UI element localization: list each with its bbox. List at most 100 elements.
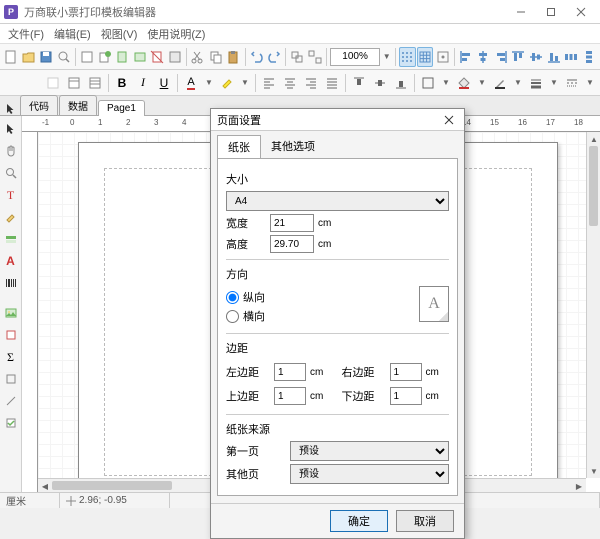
scroll-down-icon[interactable]: ▼ [587, 464, 600, 478]
cancel-button[interactable]: 取消 [396, 510, 454, 532]
highlight-dropdown[interactable]: ▼ [238, 78, 252, 87]
new-dialog-icon[interactable] [132, 47, 149, 67]
scroll-thumb-v[interactable] [589, 146, 598, 226]
scroll-right-icon[interactable]: ▶ [572, 479, 586, 492]
zoom-tool-icon[interactable] [2, 164, 20, 182]
paste-icon[interactable] [225, 47, 242, 67]
bold-icon[interactable]: B [112, 73, 132, 93]
group-icon[interactable] [289, 47, 306, 67]
italic-icon[interactable]: I [133, 73, 153, 93]
scroll-thumb-h[interactable] [52, 481, 172, 490]
text-center-icon[interactable] [280, 73, 300, 93]
preview-icon[interactable] [56, 47, 73, 67]
ungroup-icon[interactable] [307, 47, 324, 67]
line-style-icon[interactable] [562, 73, 582, 93]
menu-help[interactable]: 使用说明(Z) [143, 24, 209, 44]
subreport-tool-icon[interactable] [2, 326, 20, 344]
landscape-radio-row[interactable]: 横向 [226, 308, 399, 324]
line-tool-icon[interactable] [2, 392, 20, 410]
right-margin-input[interactable] [390, 363, 422, 381]
font-color-icon[interactable]: A [181, 73, 201, 93]
variables-icon[interactable] [167, 47, 184, 67]
page-setup-icon[interactable] [79, 47, 96, 67]
align-top-icon[interactable] [510, 47, 527, 67]
text-right-icon[interactable] [301, 73, 321, 93]
menu-view[interactable]: 视图(V) [97, 24, 142, 44]
border-icon[interactable] [418, 73, 438, 93]
no-style-icon[interactable] [43, 73, 63, 93]
paper-size-combo[interactable]: A4 [226, 191, 449, 211]
top-margin-input[interactable] [274, 387, 306, 405]
align-bottom-icon[interactable] [545, 47, 562, 67]
grid-dots-icon[interactable] [399, 47, 416, 67]
dialog-titlebar[interactable]: 页面设置 [211, 109, 464, 131]
new-icon[interactable] [3, 47, 20, 67]
valign-top-icon[interactable] [349, 73, 369, 93]
maximize-button[interactable] [536, 2, 566, 22]
bottom-margin-input[interactable] [390, 387, 422, 405]
text-justify-icon[interactable] [322, 73, 342, 93]
format-tool-icon[interactable] [2, 208, 20, 226]
undo-icon[interactable] [248, 47, 265, 67]
first-page-source-combo[interactable]: 预设 [290, 441, 449, 461]
distribute-v-icon[interactable] [580, 47, 597, 67]
select-obj-icon[interactable] [2, 103, 20, 115]
align-center-h-icon[interactable] [475, 47, 492, 67]
align-left-icon[interactable] [458, 47, 475, 67]
highlight-icon[interactable] [217, 73, 237, 93]
save-icon[interactable] [38, 47, 55, 67]
width-input[interactable] [270, 214, 314, 232]
picture-tool-icon[interactable] [2, 304, 20, 322]
grid-lines-icon[interactable] [417, 47, 434, 67]
scroll-up-icon[interactable]: ▲ [587, 132, 600, 146]
new-report-icon[interactable] [96, 47, 113, 67]
other-page-source-combo[interactable]: 预设 [290, 464, 449, 484]
valign-bottom-icon[interactable] [391, 73, 411, 93]
shape-tool-icon[interactable] [2, 370, 20, 388]
open-icon[interactable] [21, 47, 38, 67]
zoom-combo[interactable] [330, 48, 380, 66]
left-margin-input[interactable] [274, 363, 306, 381]
menu-file[interactable]: 文件(F) [4, 24, 48, 44]
portrait-radio[interactable] [226, 291, 239, 304]
border-color-dropdown[interactable]: ▼ [511, 78, 525, 87]
redo-icon[interactable] [266, 47, 283, 67]
valign-middle-icon[interactable] [370, 73, 390, 93]
copy-icon[interactable] [207, 47, 224, 67]
ok-button[interactable]: 确定 [330, 510, 388, 532]
menu-edit[interactable]: 编辑(E) [50, 24, 95, 44]
line-style-dropdown[interactable]: ▼ [583, 78, 597, 87]
delete-page-icon[interactable] [149, 47, 166, 67]
barcode-tool-icon[interactable] [2, 274, 20, 292]
landscape-radio[interactable] [226, 310, 239, 323]
minimize-button[interactable] [506, 2, 536, 22]
dialog-close-button[interactable] [440, 111, 458, 129]
cut-icon[interactable] [190, 47, 207, 67]
portrait-radio-row[interactable]: 纵向 [226, 289, 399, 305]
border-color-icon[interactable] [490, 73, 510, 93]
align-right-icon[interactable] [493, 47, 510, 67]
fill-color-dropdown[interactable]: ▼ [475, 78, 489, 87]
dialog-tab-paper[interactable]: 纸张 [217, 135, 261, 159]
border-dropdown[interactable]: ▼ [439, 78, 453, 87]
text-tool2-icon[interactable]: A [2, 252, 20, 270]
fill-color-icon[interactable] [454, 73, 474, 93]
text-tool-icon[interactable]: T [2, 186, 20, 204]
height-input[interactable] [270, 235, 314, 253]
align-middle-icon[interactable] [528, 47, 545, 67]
zoom-dropdown-icon[interactable]: ▼ [381, 52, 392, 61]
sum-tool-icon[interactable]: Σ [2, 348, 20, 366]
style2-icon[interactable] [85, 73, 105, 93]
new-page-icon[interactable] [114, 47, 131, 67]
text-left-icon[interactable] [259, 73, 279, 93]
tab-page[interactable]: Page1 [98, 100, 145, 116]
font-color-dropdown[interactable]: ▼ [202, 78, 216, 87]
checkbox-tool-icon[interactable] [2, 414, 20, 432]
hand-tool-icon[interactable] [2, 142, 20, 160]
pointer-tool-icon[interactable] [2, 120, 20, 138]
band-tool-icon[interactable] [2, 230, 20, 248]
style1-icon[interactable] [64, 73, 84, 93]
close-button[interactable] [566, 2, 596, 22]
line-width-dropdown[interactable]: ▼ [547, 78, 561, 87]
tab-data[interactable]: 数据 [59, 95, 97, 115]
